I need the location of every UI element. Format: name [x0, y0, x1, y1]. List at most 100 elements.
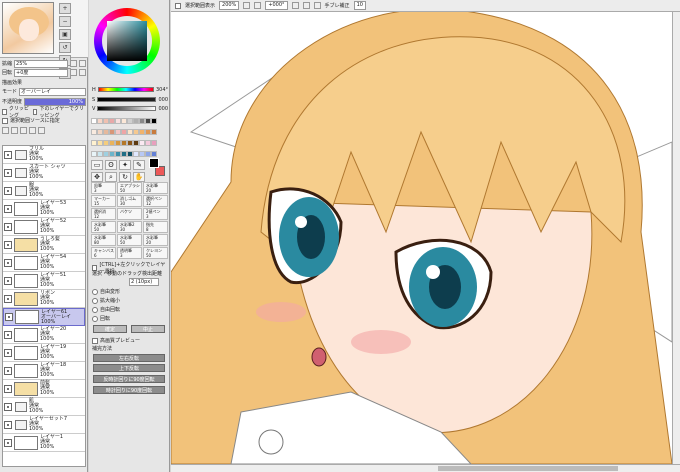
copy-layer-icon[interactable]	[20, 127, 27, 134]
transform-scale[interactable]: 拡大縮小	[92, 297, 120, 304]
sat-bar[interactable]	[97, 97, 157, 102]
visibility-icon[interactable]	[4, 150, 12, 159]
layer-item[interactable]: フリル 通常 100%	[3, 146, 85, 164]
hue-slider[interactable]: H 304°	[92, 86, 168, 93]
zoom-plus-icon[interactable]	[79, 60, 86, 67]
visibility-icon[interactable]	[4, 240, 12, 249]
rotate-field[interactable]: +0度	[14, 68, 68, 77]
transform-distort-radio[interactable]	[92, 315, 98, 322]
visibility-icon[interactable]	[4, 348, 12, 357]
layer-item[interactable]: レイヤー18 通常 100%	[3, 362, 85, 380]
hand-icon[interactable]: ✋	[133, 172, 145, 182]
palette-swatch[interactable]	[151, 118, 157, 124]
sat-slider[interactable]: S 000	[92, 96, 168, 103]
ok-button[interactable]: 確定	[93, 325, 127, 333]
layer-item[interactable]: レイヤー54 通常 100%	[3, 254, 85, 272]
transform-scale-radio[interactable]	[92, 297, 98, 304]
layer-item[interactable]: リボン 通常 100%	[3, 290, 85, 308]
layer-item[interactable]: レイヤー19 通常 100%	[3, 344, 85, 362]
flip-v-button[interactable]: 上下反転	[93, 364, 165, 372]
cancel-button[interactable]: 中止	[131, 325, 165, 333]
rotate-icon[interactable]: ↻	[119, 172, 131, 182]
horizontal-scrollbar[interactable]	[171, 464, 680, 472]
visibility-icon[interactable]	[4, 330, 12, 339]
zoom-minus-icon[interactable]	[70, 60, 77, 67]
layer-item[interactable]: レイヤー53 通常 100%	[3, 200, 85, 218]
transform-free-radio[interactable]	[92, 288, 98, 295]
navigator-preview[interactable]	[2, 2, 54, 54]
brush-tool[interactable]: クレヨン 50	[143, 247, 168, 259]
brush-tool[interactable]: 消しゴム 30	[117, 195, 142, 207]
drawing-canvas[interactable]	[171, 12, 672, 464]
vertical-scrollbar[interactable]	[672, 12, 680, 464]
zoom-select[interactable]: 200%	[219, 1, 240, 10]
layer-item[interactable]: 前髪 通常 100%	[3, 380, 85, 398]
layer-item[interactable]: 服通常 100%	[3, 182, 85, 200]
layer-item[interactable]: スカート シャツ 通常 100%	[3, 164, 85, 182]
magic-wand-icon[interactable]: ✦	[119, 160, 131, 170]
palette-swatch[interactable]	[151, 129, 157, 135]
visibility-icon[interactable]	[4, 258, 12, 267]
layer-item[interactable]: レイヤーセット7 通常 100%	[3, 416, 85, 434]
transform-free[interactable]: 自由変形	[92, 288, 120, 295]
brush-tool[interactable]: 選択消 12	[91, 208, 116, 220]
brush-tool[interactable]: バケツ	[117, 208, 142, 220]
brush-tool[interactable]: 選択ペン 12	[143, 195, 168, 207]
transform-distort[interactable]: 回転	[92, 315, 110, 322]
visibility-icon[interactable]	[4, 420, 12, 429]
brush-tool[interactable]: 水彩筆2 30	[117, 221, 142, 233]
visibility-icon[interactable]	[4, 186, 12, 195]
rotate-ccw-icon[interactable]	[70, 69, 77, 76]
zoom-down-icon[interactable]	[243, 2, 251, 9]
brush-tool[interactable]: 水彩筆 80	[91, 234, 116, 246]
visibility-icon[interactable]	[4, 384, 12, 393]
zoom-fit-icon[interactable]: ▣	[59, 29, 71, 40]
layer-item[interactable]: うしろ髪 通常 100%	[3, 236, 85, 254]
brush-tool[interactable]: 水彩筆 50	[91, 221, 116, 233]
sel-source-checkbox[interactable]	[2, 117, 8, 124]
rotate-left-icon[interactable]: ↺	[59, 42, 71, 53]
brush-tool[interactable]: 水彩筆 20	[143, 182, 168, 194]
zoom-up-icon[interactable]	[254, 2, 262, 9]
visibility-icon[interactable]	[5, 313, 13, 321]
trash-icon[interactable]	[38, 127, 45, 134]
brush-tool[interactable]: キャンバス 6	[91, 247, 116, 259]
visibility-icon[interactable]	[4, 294, 12, 303]
drag-distance-value[interactable]: 2 (10px)	[129, 278, 159, 286]
zoom-out-icon[interactable]: −	[59, 16, 71, 27]
layer-item[interactable]: レイヤー52 通常 100%	[3, 218, 85, 236]
transform-rotate[interactable]: 自由回転	[92, 306, 120, 313]
visibility-icon[interactable]	[4, 168, 12, 177]
zoom-field[interactable]: 25%	[14, 59, 68, 68]
move-icon[interactable]: ✥	[91, 172, 103, 182]
palette-swatch[interactable]	[151, 140, 157, 146]
rot-left-icon[interactable]	[291, 2, 299, 9]
flip-view-icon[interactable]	[313, 2, 321, 9]
visibility-icon[interactable]	[4, 222, 12, 231]
transform-rotate-radio[interactable]	[92, 306, 98, 313]
new-layer-icon[interactable]	[2, 127, 9, 134]
rot-right-icon[interactable]	[302, 2, 310, 9]
flip-h-button[interactable]: 左右反転	[93, 354, 165, 362]
rotate-cw-icon[interactable]	[79, 69, 86, 76]
brush-tool[interactable]: 鉛筆 3	[91, 182, 116, 194]
zoom-icon[interactable]: ⌕	[105, 172, 117, 182]
preview-checkbox[interactable]	[92, 337, 98, 344]
layer-item[interactable]: レイヤー51 通常 100%	[3, 272, 85, 290]
horizontal-scroll-thumb[interactable]	[438, 466, 618, 471]
rotate-ccw-button[interactable]: 反時計回りに90度回転	[93, 375, 165, 383]
mode-select[interactable]: オーバーレイ	[19, 87, 86, 96]
val-slider[interactable]: V 000	[92, 105, 168, 112]
brush-tool[interactable]: 水彩筆 20	[143, 234, 168, 246]
layer-item[interactable]: 肌通常 100%	[3, 398, 85, 416]
stabilizer-select[interactable]: 10	[353, 1, 366, 10]
eyedropper-icon[interactable]: ✎	[133, 160, 145, 170]
saturation-value-box[interactable]	[107, 21, 147, 61]
visibility-icon[interactable]	[4, 204, 12, 213]
layer-item[interactable]: レイヤー1 通常 100%	[3, 434, 85, 452]
rotate-cw-button[interactable]: 時計回りに90度回転	[93, 386, 165, 394]
brush-tool[interactable]: 2値ペン 3	[143, 208, 168, 220]
layer-item[interactable]: レイヤー20 通常 100%	[3, 326, 85, 344]
new-folder-icon[interactable]	[11, 127, 18, 134]
brush-tool[interactable]: 水彩筆 50	[117, 234, 142, 246]
